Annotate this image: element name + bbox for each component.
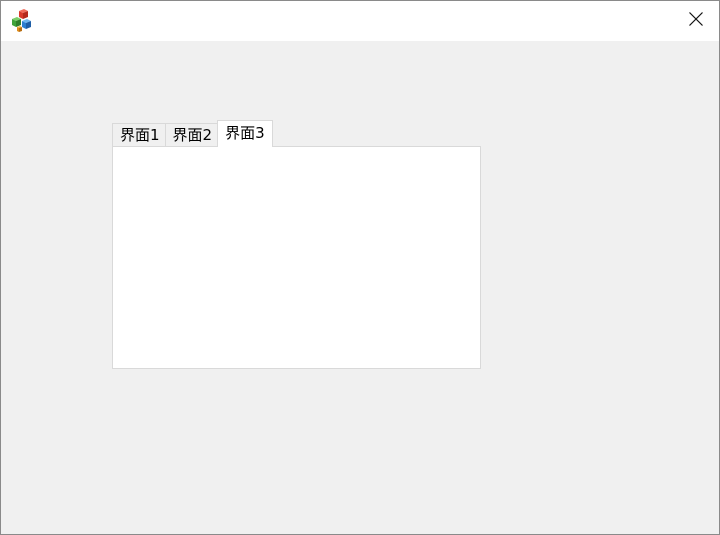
app-cubes-icon	[10, 9, 34, 33]
tab-widget: 界面1 界面2 界面3	[112, 120, 481, 369]
close-icon	[688, 11, 704, 31]
close-button[interactable]	[673, 1, 719, 41]
tab-content-panel	[112, 146, 481, 369]
tab-bar: 界面1 界面2 界面3	[112, 120, 273, 147]
client-area: 界面1 界面2 界面3	[1, 41, 719, 534]
app-window: 界面1 界面2 界面3	[0, 0, 720, 535]
tab-2[interactable]: 界面2	[164, 123, 219, 147]
tab-3[interactable]: 界面3	[217, 120, 273, 147]
tab-1[interactable]: 界面1	[112, 123, 166, 147]
title-bar[interactable]	[1, 1, 719, 41]
